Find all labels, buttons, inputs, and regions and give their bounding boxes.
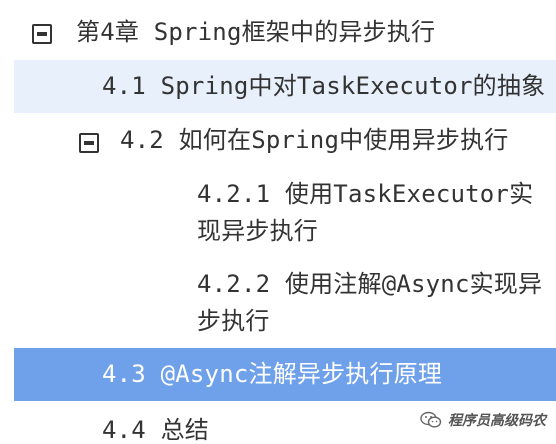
watermark-text: 程序员高级码农	[448, 413, 546, 429]
toc-item-label: 4.2.2 使用注解@Async实现异步执行	[197, 270, 543, 335]
watermark: 程序员高级码农	[420, 410, 546, 430]
toc-item-label: 4.1 Spring中对TaskExecutor的抽象	[102, 72, 546, 100]
wechat-icon	[420, 411, 442, 429]
toc-item-4-2[interactable]: 4.2 如何在Spring中使用异步执行	[0, 118, 556, 162]
collapse-icon[interactable]	[79, 133, 99, 153]
toc-chapter-4[interactable]: 第4章 Spring框架中的异步执行	[0, 12, 556, 52]
toc-item-label: 4.3 @Async注解异步执行原理	[102, 360, 443, 388]
collapse-icon[interactable]	[32, 24, 52, 44]
toc-item-4-2-1[interactable]: 4.2.1 使用TaskExecutor实现异步执行	[0, 176, 556, 250]
toc-item-label: 4.4 总结	[102, 416, 209, 444]
toc-item-label: 4.2 如何在Spring中使用异步执行	[120, 126, 509, 154]
toc-item-4-2-2[interactable]: 4.2.2 使用注解@Async实现异步执行	[0, 266, 556, 340]
toc-item-4-1[interactable]: 4.1 Spring中对TaskExecutor的抽象	[14, 60, 556, 113]
toc-item-4-3[interactable]: 4.3 @Async注解异步执行原理	[14, 348, 556, 401]
toc-item-label: 4.2.1 使用TaskExecutor实现异步执行	[197, 180, 534, 245]
toc-chapter-label: 第4章 Spring框架中的异步执行	[76, 18, 436, 46]
